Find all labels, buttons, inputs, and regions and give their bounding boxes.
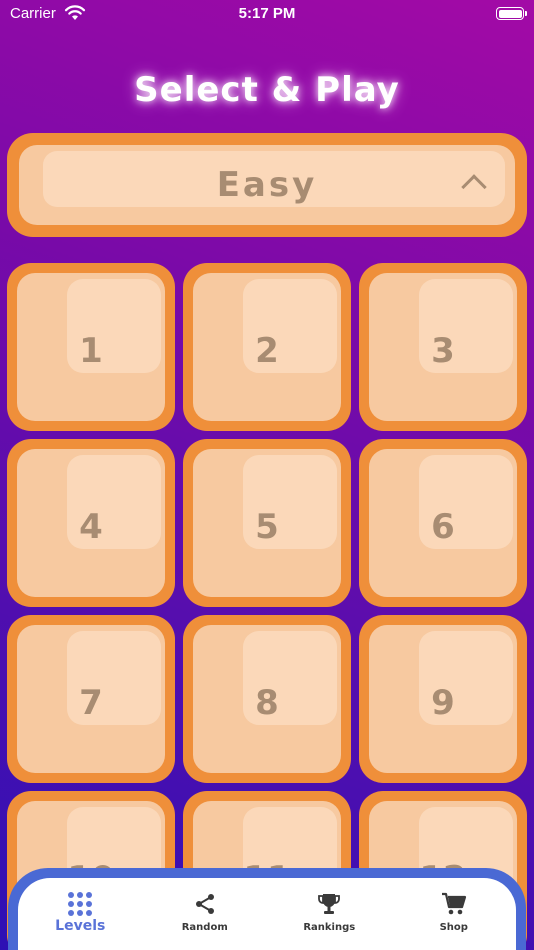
tab-bar: Levels Random Rankings Shop	[8, 868, 526, 950]
tab-label: Random	[181, 922, 228, 933]
trophy-icon	[314, 890, 344, 918]
level-tile-5[interactable]: 5	[183, 439, 351, 607]
tab-label: Shop	[439, 922, 468, 933]
level-number: 2	[255, 331, 279, 371]
difficulty-selected-label: Easy	[216, 165, 318, 205]
level-tile-9[interactable]: 9	[359, 615, 527, 783]
tab-rankings[interactable]: Rankings	[274, 890, 384, 950]
tab-label: Levels	[55, 918, 106, 934]
level-tile-4[interactable]: 4	[7, 439, 175, 607]
cart-icon	[439, 890, 469, 918]
tab-label: Rankings	[303, 922, 356, 933]
status-time: 5:17 PM	[238, 5, 296, 22]
share-icon	[190, 890, 220, 918]
tab-levels[interactable]: Levels	[25, 890, 135, 950]
difficulty-selector[interactable]: Easy	[7, 133, 527, 237]
level-tile-6[interactable]: 6	[359, 439, 527, 607]
level-number: 9	[431, 683, 455, 723]
level-tile-7[interactable]: 7	[7, 615, 175, 783]
battery-icon	[496, 7, 527, 20]
level-number: 3	[431, 331, 455, 371]
page-title: Select & Play	[134, 70, 400, 110]
level-number: 7	[79, 683, 103, 723]
tab-shop[interactable]: Shop	[399, 890, 509, 950]
level-number: 6	[431, 507, 455, 547]
levels-grid: 1 2 3 4 5 6 7 8 9 10 11 12	[7, 263, 527, 950]
level-number: 5	[255, 507, 279, 547]
tab-random[interactable]: Random	[150, 890, 260, 950]
level-tile-3[interactable]: 3	[359, 263, 527, 431]
level-tile-8[interactable]: 8	[183, 615, 351, 783]
level-number: 8	[255, 683, 279, 723]
grid-icon	[65, 890, 95, 918]
level-tile-1[interactable]: 1	[7, 263, 175, 431]
level-number: 1	[79, 331, 103, 371]
level-number: 4	[79, 507, 103, 547]
status-bar: Carrier 5:17 PM	[0, 0, 534, 30]
level-tile-2[interactable]: 2	[183, 263, 351, 431]
